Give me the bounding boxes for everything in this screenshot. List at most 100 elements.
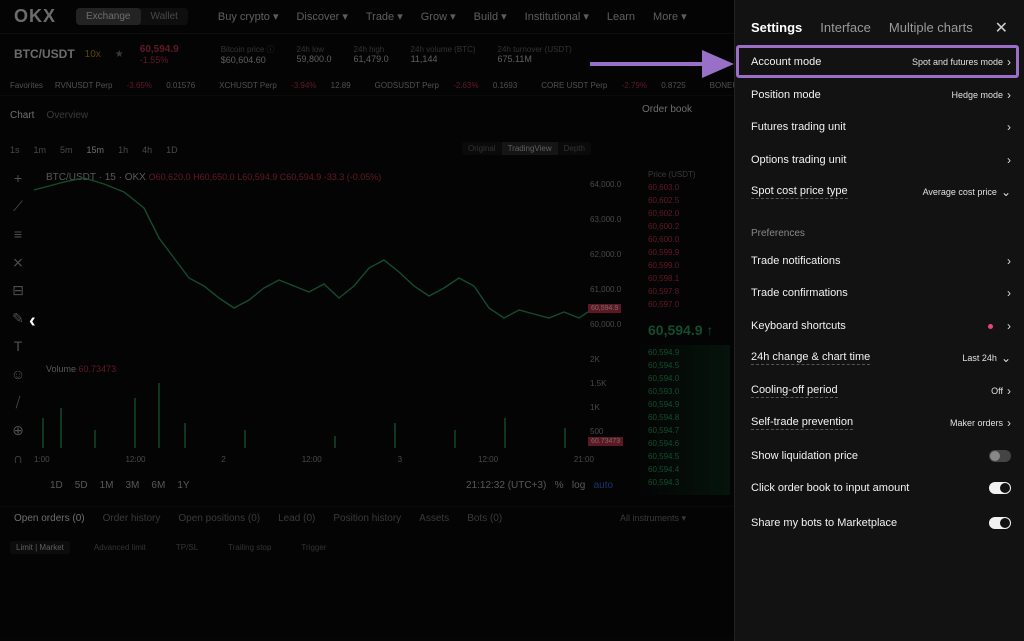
text-icon[interactable]: T [8, 338, 28, 366]
ruler-icon[interactable]: ⧸ [8, 394, 28, 422]
subtab-tpsl[interactable]: TP/SL [170, 541, 204, 554]
measure-icon[interactable]: ⊟ [8, 282, 28, 310]
click-order-book-toggle[interactable] [989, 482, 1011, 494]
keyboard-shortcuts-row[interactable]: Keyboard shortcuts › [751, 313, 1011, 339]
wallet-tab[interactable]: Wallet [141, 8, 188, 25]
favorite-item[interactable]: GODSUSDT Perp -2.63% 0.1693 [375, 81, 530, 90]
chart-time-info: 21:12:32 (UTC+3) % log auto [466, 480, 614, 491]
range-3m[interactable]: 3M [126, 480, 140, 491]
chevron-right-icon: › [1007, 254, 1011, 268]
subtab-trailing-stop[interactable]: Trailing stop [222, 541, 277, 554]
range-5d[interactable]: 5D [75, 480, 88, 491]
tab-settings[interactable]: Settings [751, 20, 802, 35]
favorite-item[interactable]: CORE USDT Perp -2.79% 0.8725 [541, 81, 697, 90]
pair-selector[interactable]: BTC/USDT [14, 47, 75, 61]
favorites-label: Favorites [10, 81, 43, 90]
cooling-off-period-row[interactable]: Cooling-off period Off › [751, 378, 1011, 404]
nav-build[interactable]: Build ▾ [474, 10, 507, 23]
favorite-item[interactable]: XCHUSDT Perp -3.94% 12.89 [219, 81, 363, 90]
trade-notifications-row[interactable]: Trade notifications › [751, 248, 1011, 274]
nav-grow[interactable]: Grow ▾ [421, 10, 456, 23]
last-price-marker: 60,594.9 [588, 304, 622, 313]
subtab-limit-market[interactable]: Limit | Market [10, 541, 70, 554]
okx-logo[interactable]: OKX [14, 6, 56, 27]
stat-24h-turnover: 24h turnover (USDT) 675.11M [497, 44, 572, 64]
share-bots-row: Share my bots to Marketplace [751, 510, 1011, 536]
tab-open-positions[interactable]: Open positions (0) [178, 513, 260, 524]
order-book-mid-price: 60,594.9 ↑ [648, 322, 714, 338]
nav-trade[interactable]: Trade ▾ [366, 10, 403, 23]
exchange-tab[interactable]: Exchange [76, 8, 141, 25]
tab-open-orders[interactable]: Open orders (0) [14, 513, 85, 524]
tab-chart[interactable]: Chart [10, 110, 34, 121]
emoji-icon[interactable]: ☺ [8, 366, 28, 394]
crosshair-icon[interactable]: + [8, 170, 28, 198]
interval-1m[interactable]: 1m [34, 145, 47, 155]
interval-15m[interactable]: 15m [87, 145, 105, 155]
view-original[interactable]: Original [462, 142, 502, 155]
log-toggle[interactable]: log [572, 480, 585, 491]
preferences-heading: Preferences [751, 228, 805, 239]
subtab-trigger[interactable]: Trigger [295, 541, 332, 554]
tab-position-history[interactable]: Position history [333, 513, 401, 524]
chevron-right-icon: › [1007, 153, 1011, 167]
nav-institutional[interactable]: Institutional ▾ [525, 10, 589, 23]
options-trading-unit-row[interactable]: Options trading unit › [751, 147, 1011, 173]
brush-icon[interactable]: ✎ [8, 310, 28, 338]
range-1y[interactable]: 1Y [177, 480, 189, 491]
view-depth[interactable]: Depth [558, 142, 591, 155]
chevron-right-icon: › [1007, 120, 1011, 134]
time-axis: 1:00 12:00 2 12:00 3 12:00 21:00 [34, 455, 594, 464]
range-1m[interactable]: 1M [100, 480, 114, 491]
interval-1s[interactable]: 1s [10, 145, 20, 155]
tab-lead[interactable]: Lead (0) [278, 513, 315, 524]
trade-confirmations-row[interactable]: Trade confirmations › [751, 280, 1011, 306]
nav-more[interactable]: More ▾ [653, 10, 687, 23]
stat-24h-low: 24h low 59,800.0 [296, 44, 332, 64]
tab-assets[interactable]: Assets [419, 513, 449, 524]
change-chart-time-row[interactable]: 24h change & chart time Last 24h ⌄ [751, 345, 1011, 371]
exchange-wallet-switch[interactable]: Exchange Wallet [76, 8, 188, 25]
interval-5m[interactable]: 5m [60, 145, 73, 155]
chart-view-switch: Original TradingView Depth [462, 142, 591, 155]
trendline-icon[interactable]: ⟋ [8, 198, 28, 226]
tab-overview[interactable]: Overview [46, 110, 88, 121]
nav-learn[interactable]: Learn [607, 11, 635, 23]
range-6m[interactable]: 6M [151, 480, 165, 491]
nav-discover[interactable]: Discover ▾ [296, 10, 347, 23]
favorite-item[interactable]: RVNUSDT Perp -3.65% 0.01576 [55, 81, 207, 90]
order-book-title[interactable]: Order book [642, 104, 692, 115]
interval-1d[interactable]: 1D [166, 145, 178, 155]
subtab-advanced-limit[interactable]: Advanced limit [88, 541, 152, 554]
fib-icon[interactable]: ≡ [8, 226, 28, 254]
liquidation-price-toggle[interactable] [989, 450, 1011, 462]
spot-cost-price-type-row[interactable]: Spot cost price type Average cost price ⌄ [751, 179, 1011, 205]
instruments-filter[interactable]: All instruments ▾ [620, 513, 686, 524]
position-mode-row[interactable]: Position mode Hedge mode › [751, 82, 1011, 108]
percent-toggle[interactable]: % [555, 480, 564, 491]
interval-1h[interactable]: 1h [118, 145, 128, 155]
favorite-star-icon[interactable]: ★ [115, 49, 124, 60]
range-1d[interactable]: 1D [50, 480, 63, 491]
chevron-right-icon: › [1007, 319, 1011, 333]
volume-bars [42, 383, 566, 448]
chevron-right-icon: › [1007, 416, 1011, 430]
tab-bots[interactable]: Bots (0) [467, 513, 502, 524]
pattern-icon[interactable]: ⨯ [8, 254, 28, 282]
futures-trading-unit-row[interactable]: Futures trading unit › [751, 114, 1011, 140]
volume-label: Volume 60.73473 [46, 364, 117, 374]
zoom-icon[interactable]: ⊕ [8, 422, 28, 450]
price-chart[interactable] [34, 168, 624, 458]
view-tradingview[interactable]: TradingView [501, 142, 558, 155]
tab-order-history[interactable]: Order history [103, 513, 161, 524]
auto-toggle[interactable]: auto [594, 480, 613, 491]
share-bots-toggle[interactable] [989, 517, 1011, 529]
tab-multiple-charts[interactable]: Multiple charts [889, 20, 973, 35]
nav-buy-crypto[interactable]: Buy crypto ▾ [218, 10, 279, 23]
tab-interface[interactable]: Interface [820, 20, 871, 35]
magnet-icon[interactable]: ∩ [8, 450, 28, 478]
chevron-left-icon[interactable]: ‹ [29, 310, 36, 333]
interval-4h[interactable]: 4h [142, 145, 152, 155]
self-trade-prevention-row[interactable]: Self-trade prevention Maker orders › [751, 410, 1011, 436]
close-icon[interactable]: ✕ [995, 18, 1008, 38]
